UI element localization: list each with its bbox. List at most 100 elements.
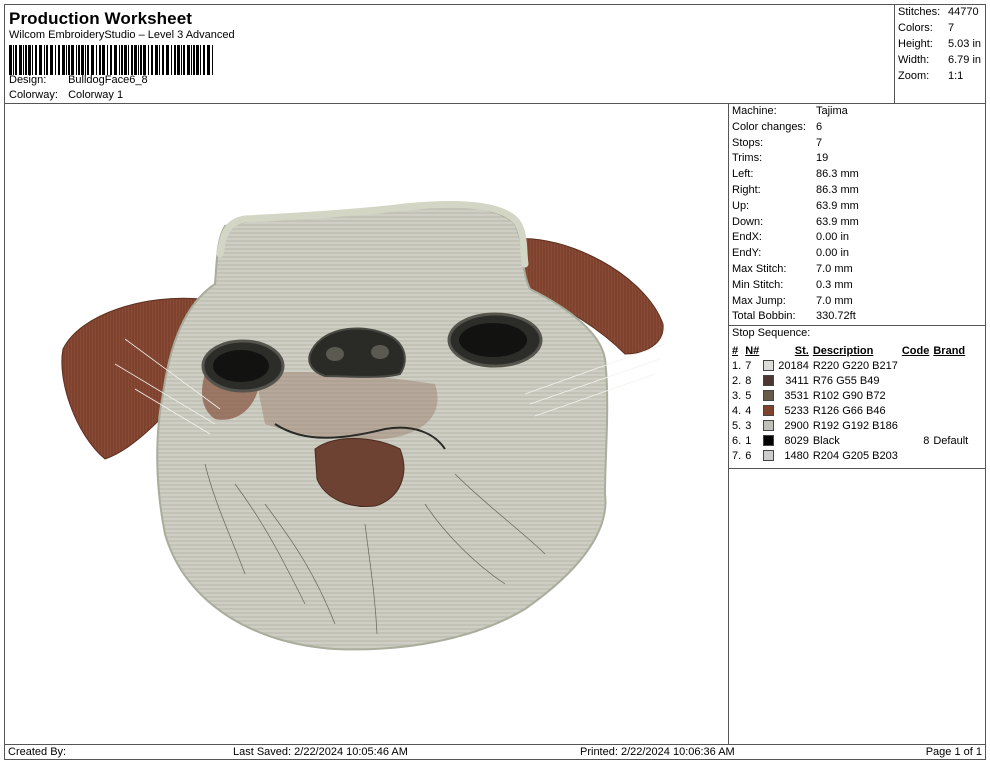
detail-row: Min Stitch: 0.3 mm: [732, 279, 853, 291]
production-worksheet: Production Worksheet Wilcom EmbroiderySt…: [0, 0, 990, 762]
detail-row: Trims: 19: [732, 152, 828, 164]
stop-number: 3.: [732, 389, 742, 402]
barcode-bar: [50, 45, 53, 75]
barcode-bar: [9, 45, 12, 75]
thread-brand: [931, 448, 970, 463]
design-value: BulldogFace6_8: [68, 74, 148, 86]
table-row: 4. 4 5233 R126 G66 B46: [730, 403, 970, 418]
stat-value: 7: [948, 22, 955, 34]
stitch-count: 1480: [784, 449, 809, 462]
detail-row: Machine: Tajima: [732, 105, 848, 117]
barcode-bar: [131, 45, 133, 75]
table-row: 3. 5 3531 R102 G90 B72: [730, 388, 970, 403]
worksheet-header: Production Worksheet Wilcom EmbroiderySt…: [4, 4, 896, 104]
barcode-bar: [140, 45, 142, 75]
barcode-bar: [44, 45, 45, 75]
stat-label: Width:: [898, 54, 930, 66]
table-row: 2. 8 3411 R76 G55 B49: [730, 373, 970, 388]
detail-row: Right: 86.3 mm: [732, 184, 859, 196]
table-row: 1. 7 20184 R220 G220 B217: [730, 358, 970, 373]
detail-value: 7.0 mm: [816, 263, 853, 275]
barcode-bar: [203, 45, 205, 75]
detail-value: 7: [816, 136, 823, 149]
col-brand: Brand: [933, 344, 966, 357]
barcode-bar: [191, 45, 192, 75]
bulldog-face-embroidery-icon: [61, 200, 666, 651]
barcode-bar: [39, 45, 42, 75]
color-description: R102 G90 B72: [812, 389, 886, 402]
thread-code: [900, 448, 932, 463]
stat-label: Zoom:: [898, 70, 930, 82]
thread-code: [900, 388, 932, 403]
swatch-icon: [763, 420, 775, 432]
thread-code: [900, 358, 932, 373]
thread-brand: [931, 358, 970, 373]
stat-zoom: Zoom: 1:1: [898, 70, 963, 82]
design-preview: [4, 103, 729, 745]
stop-number: 4.: [732, 404, 742, 417]
printed-date: Printed: 2/22/2024 10:06:36 AM: [580, 746, 735, 758]
col-code: Code: [901, 344, 930, 357]
stat-value: 6.79 in: [948, 54, 982, 66]
color-swatch: [761, 418, 776, 433]
barcode-bar: [15, 45, 17, 75]
detail-label: Min Stitch:: [732, 278, 784, 291]
barcode-bar: [81, 45, 84, 75]
col-stitches: St.: [794, 344, 809, 357]
barcode-bar: [181, 45, 182, 75]
stat-value: 5.03 in: [948, 38, 982, 50]
barcode-bar: [66, 45, 67, 75]
needle-number: 5: [745, 389, 752, 402]
barcode-bar: [159, 45, 160, 75]
stop-number: 6.: [732, 434, 742, 447]
detail-row: Left: 86.3 mm: [732, 168, 859, 180]
detail-row: Max Jump: 7.0 mm: [732, 295, 853, 307]
swatch-icon: [763, 390, 775, 402]
barcode-bar: [96, 45, 97, 75]
barcode-bar: [162, 45, 164, 75]
detail-row: EndX: 0.00 in: [732, 231, 849, 243]
stop-sequence-table: # N# St. Description Code Brand 1. 7 20184…: [730, 343, 970, 463]
color-swatch: [761, 433, 776, 448]
barcode-bar: [134, 45, 137, 75]
needle-number: 4: [745, 404, 752, 417]
color-description: R192 G192 B186: [812, 419, 898, 432]
color-swatch: [761, 373, 776, 388]
table-row: 5. 3 2900 R192 G192 B186: [730, 418, 970, 433]
color-description: Black: [812, 434, 840, 447]
color-description: R126 G66 B46: [812, 404, 886, 417]
table-header: # N# St. Description Code Brand: [730, 343, 970, 358]
detail-row: Max Stitch: 7.0 mm: [732, 263, 853, 275]
detail-value: 0.3 mm: [816, 278, 853, 291]
barcode-bar: [193, 45, 195, 75]
detail-row: Up: 63.9 mm: [732, 200, 859, 212]
stop-number: 5.: [732, 419, 742, 432]
needle-number: 6: [745, 449, 752, 462]
thread-brand: [931, 418, 970, 433]
detail-label: Max Stitch:: [732, 263, 787, 275]
detail-row: Down: 63.9 mm: [732, 216, 859, 228]
divider: [729, 325, 985, 326]
thread-code: [900, 403, 932, 418]
detail-label: Down:: [732, 215, 764, 228]
detail-value: 63.9 mm: [816, 199, 859, 212]
thread-brand: [931, 403, 970, 418]
barcode-bar: [99, 45, 101, 75]
stitch-count: 2900: [784, 419, 809, 432]
swatch-icon: [763, 360, 775, 372]
barcode-bar: [128, 45, 129, 75]
detail-label: Right:: [732, 184, 761, 196]
color-description: R204 G205 B203: [812, 449, 898, 462]
barcode-bar: [110, 45, 112, 75]
stitch-count: 3531: [784, 389, 809, 402]
stop-number: 1.: [732, 359, 742, 372]
needle-number: 3: [745, 419, 752, 432]
stat-width: Width: 6.79 in: [898, 54, 981, 66]
stat-label: Height:: [898, 38, 933, 50]
detail-value: 6: [816, 120, 823, 133]
stat-label: Stitches:: [898, 6, 941, 18]
software-name: Wilcom EmbroideryStudio – Level 3 Advanc…: [9, 29, 235, 41]
thread-brand: [931, 388, 970, 403]
detail-label: Max Jump:: [732, 294, 786, 307]
barcode-bar: [187, 45, 190, 75]
